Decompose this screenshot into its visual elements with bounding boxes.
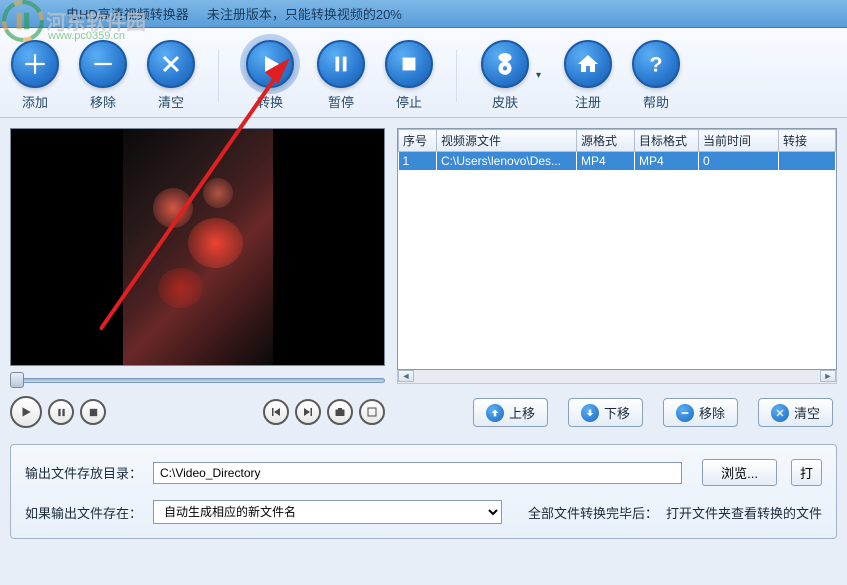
seek-slider[interactable]	[10, 372, 385, 388]
horizontal-scrollbar[interactable]: ◄ ►	[397, 370, 837, 384]
if-exists-select[interactable]: 自动生成相应的新文件名	[153, 500, 502, 524]
file-list-table[interactable]: 序号 视频源文件 源格式 目标格式 当前时间 转接 1 C:\Users\len…	[397, 128, 837, 370]
next-icon	[302, 406, 314, 418]
minus-icon	[90, 51, 116, 77]
stop-icon	[88, 407, 99, 418]
titlebar-app-name: 电HD高清视频转换器	[66, 7, 189, 22]
pause-label: 暂停	[328, 92, 354, 111]
cell-source-file: C:\Users\lenovo\Des...	[437, 152, 577, 171]
add-label: 添加	[22, 92, 48, 111]
player-next-button[interactable]	[295, 399, 321, 425]
player-prev-button[interactable]	[263, 399, 289, 425]
plus-icon	[22, 51, 48, 77]
col-target-format[interactable]: 目标格式	[635, 130, 699, 152]
preview-thumbnail	[123, 128, 273, 366]
move-down-button[interactable]: 下移	[568, 398, 643, 427]
stop-label: 停止	[396, 92, 422, 111]
skin-icon	[492, 51, 518, 77]
cell-target-format: MP4	[635, 152, 699, 171]
output-dir-input[interactable]	[153, 462, 682, 484]
player-play-button[interactable]	[10, 396, 42, 428]
col-convert[interactable]: 转接	[779, 130, 836, 152]
x-icon	[771, 404, 789, 422]
add-button[interactable]: 添加	[10, 40, 60, 111]
help-button[interactable]: ? 帮助	[631, 40, 681, 111]
arrow-down-icon	[581, 404, 599, 422]
home-icon	[576, 52, 600, 76]
after-convert-label: 全部文件转换完毕后：	[528, 503, 658, 522]
pause-icon	[330, 53, 352, 75]
move-down-label: 下移	[604, 403, 630, 422]
x-icon	[159, 52, 183, 76]
stop-button[interactable]: 停止	[384, 40, 434, 111]
after-convert-value: 打开文件夹查看转换的文件	[666, 503, 822, 522]
video-preview	[10, 128, 385, 366]
cell-index: 1	[399, 152, 437, 171]
fullscreen-icon	[366, 406, 378, 418]
player-snapshot-button[interactable]	[327, 399, 353, 425]
table-row[interactable]: 1 C:\Users\lenovo\Des... MP4 MP4 0	[399, 152, 836, 171]
clear-button[interactable]: 清空	[146, 40, 196, 111]
list-clear-button[interactable]: 清空	[758, 398, 833, 427]
register-button[interactable]: 注册	[563, 40, 613, 111]
convert-label: 转换	[257, 92, 283, 111]
camera-icon	[334, 406, 346, 418]
help-label: 帮助	[643, 92, 669, 111]
scroll-right-icon[interactable]: ►	[820, 370, 836, 382]
stop-icon	[398, 53, 420, 75]
cell-current-time: 0	[699, 152, 779, 171]
window-titlebar: 电HD高清视频转换器 未注册版本，只能转换视频的20%	[0, 0, 847, 28]
list-remove-label: 移除	[699, 403, 725, 422]
titlebar-trial-notice: 未注册版本，只能转换视频的20%	[207, 7, 402, 22]
seek-thumb[interactable]	[10, 372, 24, 388]
pause-icon	[56, 407, 67, 418]
play-icon	[19, 405, 33, 419]
register-label: 注册	[575, 92, 601, 111]
skin-button[interactable]: 皮肤	[480, 40, 530, 111]
list-remove-button[interactable]: 移除	[663, 398, 738, 427]
col-index[interactable]: 序号	[399, 130, 437, 152]
cell-source-format: MP4	[577, 152, 635, 171]
prev-icon	[270, 406, 282, 418]
col-source-format[interactable]: 源格式	[577, 130, 635, 152]
question-icon: ?	[643, 51, 669, 77]
col-current-time[interactable]: 当前时间	[699, 130, 779, 152]
remove-button[interactable]: 移除	[78, 40, 128, 111]
player-fullscreen-button[interactable]	[359, 399, 385, 425]
output-settings-panel: 输出文件存放目录： 浏览... 打 如果输出文件存在： 自动生成相应的新文件名 …	[10, 444, 837, 539]
player-pause-button[interactable]	[48, 399, 74, 425]
player-stop-button[interactable]	[80, 399, 106, 425]
player-controls	[10, 396, 385, 428]
toolbar-separator-2	[456, 50, 458, 102]
col-source-file[interactable]: 视频源文件	[437, 130, 577, 152]
browse-button[interactable]: 浏览...	[702, 459, 777, 486]
output-dir-label: 输出文件存放目录：	[25, 463, 145, 482]
move-up-button[interactable]: 上移	[473, 398, 548, 427]
pause-button[interactable]: 暂停	[316, 40, 366, 111]
scroll-left-icon[interactable]: ◄	[398, 370, 414, 382]
skin-label: 皮肤	[492, 92, 518, 111]
clear-label: 清空	[158, 92, 184, 111]
toolbar-separator	[218, 50, 220, 102]
if-exists-label: 如果输出文件存在：	[25, 503, 145, 522]
convert-button[interactable]: 转换	[242, 36, 298, 115]
table-header-row: 序号 视频源文件 源格式 目标格式 当前时间 转接	[399, 130, 836, 152]
main-toolbar: 添加 移除 清空 转换 暂停 停止 皮肤 ▾ 注册 ? 帮助	[0, 28, 847, 118]
move-up-label: 上移	[509, 403, 535, 422]
svg-text:?: ?	[649, 52, 662, 77]
skin-dropdown-arrow-icon[interactable]: ▾	[536, 70, 541, 81]
list-clear-label: 清空	[794, 403, 820, 422]
cell-convert	[779, 152, 836, 171]
arrow-up-icon	[486, 404, 504, 422]
remove-label: 移除	[90, 92, 116, 111]
play-icon	[258, 52, 282, 76]
minus-icon	[676, 404, 694, 422]
open-folder-button[interactable]: 打	[791, 459, 822, 486]
